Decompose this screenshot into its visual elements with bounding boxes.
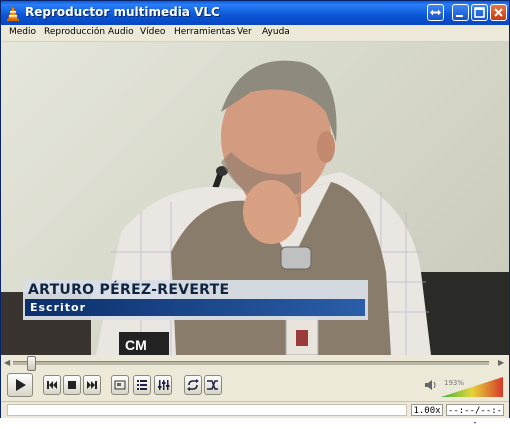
compact-mode-button[interactable]: [427, 4, 444, 21]
resize-arrows-icon: [430, 9, 441, 16]
previous-button[interactable]: [43, 375, 61, 395]
svg-text:CM: CM: [125, 337, 147, 353]
extended-settings-button[interactable]: [154, 375, 172, 395]
time-display[interactable]: --:--/--:--: [446, 404, 504, 428]
status-message-area: [7, 404, 407, 416]
menu-video[interactable]: Vídeo: [140, 27, 165, 37]
seek-handle[interactable]: [27, 356, 36, 371]
play-button[interactable]: [7, 373, 33, 397]
loop-icon: [187, 379, 199, 391]
volume-percent: 193%: [444, 379, 465, 387]
loop-button[interactable]: [184, 375, 202, 395]
menu-medio[interactable]: Medio: [9, 27, 36, 37]
next-button[interactable]: [83, 375, 101, 395]
stop-button[interactable]: [63, 375, 81, 395]
maximize-button[interactable]: [471, 4, 488, 21]
close-icon: [494, 8, 503, 17]
seek-back-arrow-icon[interactable]: ◀: [4, 358, 10, 367]
playlist-button[interactable]: [133, 375, 151, 395]
minimize-button[interactable]: [452, 4, 469, 21]
lower-third-name: ARTURO PÉREZ-REVERTE: [28, 282, 230, 298]
menu-audio[interactable]: Audio: [108, 27, 134, 37]
vlc-cone-icon: [7, 5, 19, 21]
menu-bar: Medio Reproducción Audio Vídeo Herramien…: [1, 25, 509, 42]
fullscreen-button[interactable]: [111, 375, 129, 395]
window-title: Reproductor multimedia VLC: [25, 5, 220, 19]
seek-bar[interactable]: [13, 361, 489, 365]
shuffle-button[interactable]: [204, 375, 222, 395]
speaker-icon[interactable]: [424, 379, 438, 391]
seek-forward-arrow-icon[interactable]: ▶: [498, 358, 504, 367]
menu-reproduccion[interactable]: Reproducción: [44, 27, 105, 37]
lower-third-role: Escritor: [30, 301, 87, 314]
vlc-window: Reproductor multimedia VLC Medio Reprodu…: [0, 0, 510, 428]
shuffle-icon: [207, 380, 218, 390]
next-icon: [87, 381, 97, 389]
video-display[interactable]: CM ARTURO PÉREZ-REVERTE Escritor: [1, 42, 509, 355]
maximize-icon: [474, 7, 485, 18]
fullscreen-icon: [114, 380, 126, 390]
title-bar[interactable]: Reproductor multimedia VLC: [1, 1, 509, 25]
playback-speed[interactable]: 1.00x: [411, 404, 443, 416]
menu-herramientas[interactable]: Herramientas: [174, 27, 235, 37]
previous-icon: [47, 381, 57, 389]
status-bar: 1.00x --:--/--:--: [1, 401, 509, 428]
equalizer-icon: [158, 380, 170, 390]
play-icon: [16, 379, 26, 391]
menu-ver[interactable]: Ver: [237, 27, 252, 37]
minimize-icon: [456, 15, 463, 17]
seek-row: ◀ ▶: [1, 355, 509, 371]
menu-ayuda[interactable]: Ayuda: [262, 27, 290, 37]
close-button[interactable]: [490, 4, 507, 21]
playback-controls: 193%: [1, 371, 509, 401]
playlist-icon: [137, 380, 147, 390]
stop-icon: [68, 381, 76, 389]
